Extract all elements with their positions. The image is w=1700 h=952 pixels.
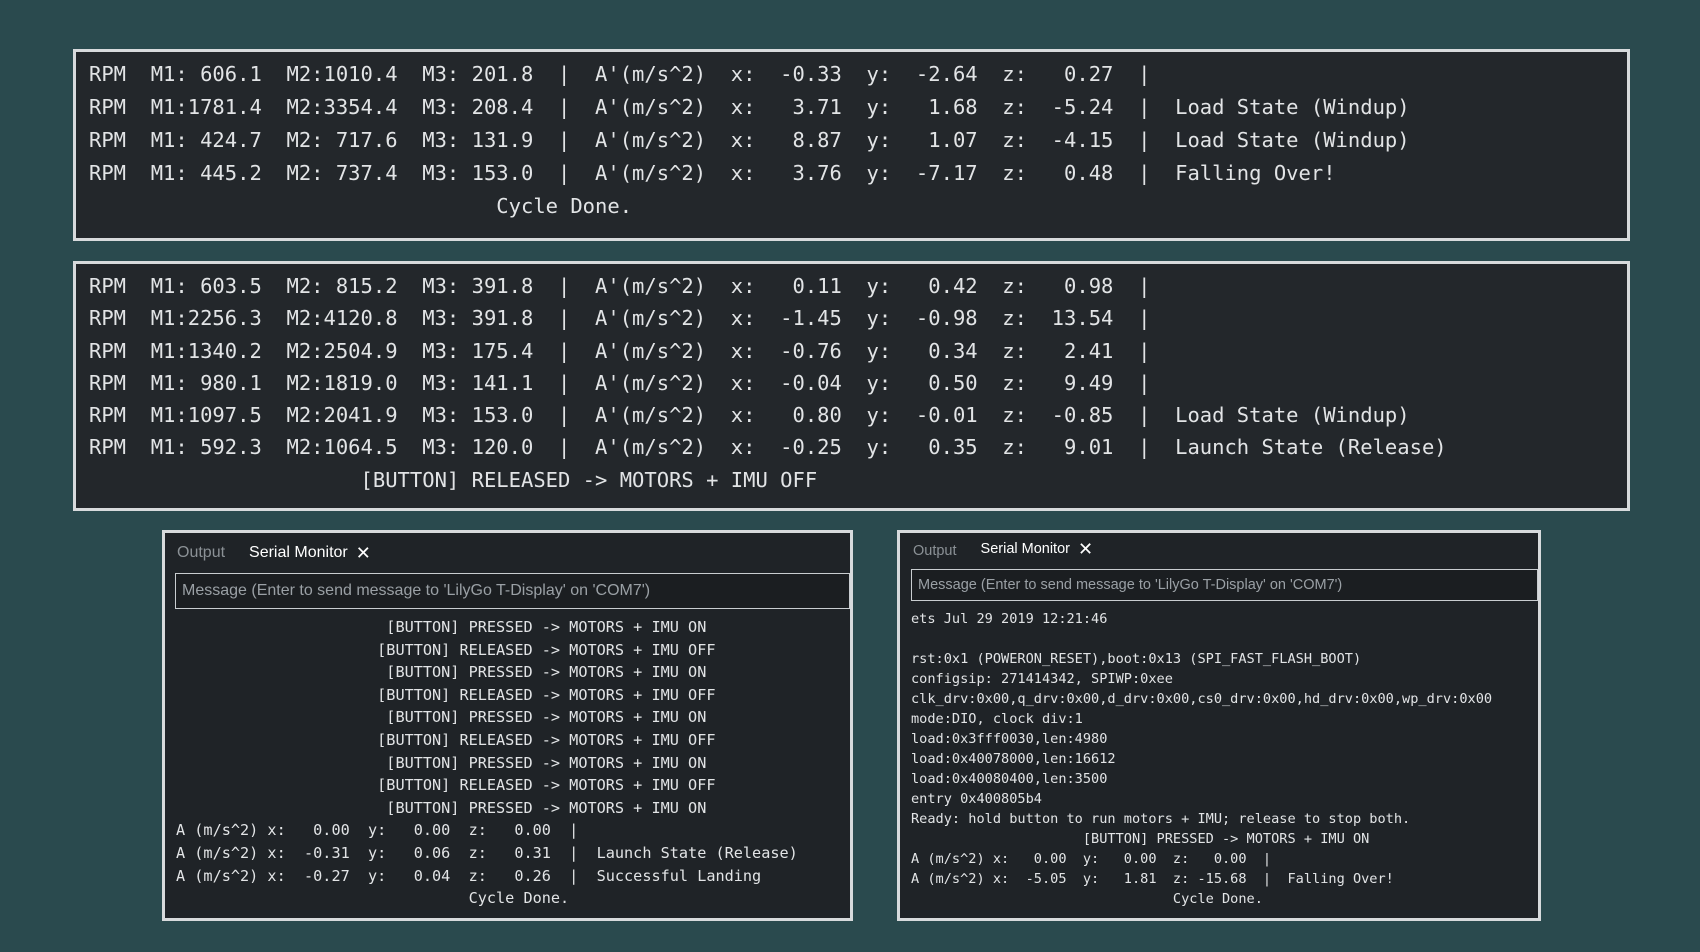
tab-serial-monitor[interactable]: Serial Monitor ✕: [249, 543, 371, 564]
log-line: [BUTTON] RELEASED -> MOTORS + IMU OFF: [176, 730, 716, 749]
top-terminal-screenshot: RPM M1: 606.1 M2:1010.4 M3: 201.8 | A'(m…: [73, 49, 1630, 241]
log-line: [BUTTON] PRESSED -> MOTORS + IMU ON: [176, 753, 707, 772]
log-line: [BUTTON] RELEASED -> MOTORS + IMU OFF: [176, 776, 716, 795]
log-line: [BUTTON] RELEASED -> MOTORS + IMU OFF: [176, 685, 716, 704]
tab-serial-monitor-label: Serial Monitor: [980, 541, 1070, 557]
panel-tab-bar: Output Serial Monitor ✕: [165, 533, 850, 573]
serial-message-input[interactable]: [911, 569, 1538, 601]
log-line: A (m/s^2) x: 0.00 y: 0.00 z: 0.00 |: [911, 851, 1272, 867]
terminal-line: RPM M1:2256.3 M2:4120.8 M3: 391.8 | A'(m…: [89, 306, 1151, 331]
log-line: [BUTTON] PRESSED -> MOTORS + IMU ON: [911, 831, 1370, 847]
log-line: rst:0x1 (POWERON_RESET),boot:0x13 (SPI_F…: [911, 651, 1362, 667]
serial-message-input[interactable]: [175, 573, 850, 609]
tab-serial-monitor[interactable]: Serial Monitor ✕: [980, 533, 1094, 566]
serial-monitor-panel-left: Output Serial Monitor ✕ [BUTTON] PRESSED…: [162, 530, 853, 921]
log-line: ets Jul 29 2019 12:21:46: [911, 611, 1108, 627]
log-line: clk_drv:0x00,q_drv:0x00,d_drv:0x00,cs0_d…: [911, 691, 1493, 707]
terminal-line: RPM M1: 606.1 M2:1010.4 M3: 201.8 | A'(m…: [89, 62, 1151, 86]
log-line: [BUTTON] PRESSED -> MOTORS + IMU ON: [176, 618, 707, 636]
terminal-line: [BUTTON] RELEASED -> MOTORS + IMU OFF: [89, 467, 818, 492]
serial-monitor-panel-right: Output Serial Monitor ✕ ets Jul 29 2019 …: [897, 530, 1541, 921]
log-line: load:0x3fff0030,len:4980: [911, 731, 1108, 747]
log-line: [BUTTON] RELEASED -> MOTORS + IMU OFF: [176, 640, 716, 659]
terminal-line: Cycle Done.: [89, 194, 633, 218]
tab-output[interactable]: Output: [913, 543, 957, 559]
serial-output-log: [BUTTON] PRESSED -> MOTORS + IMU ON [BUT…: [165, 616, 850, 910]
log-line: Cycle Done.: [176, 889, 570, 908]
log-line: load:0x40078000,len:16612: [911, 751, 1116, 767]
terminal-line: RPM M1:1340.2 M2:2504.9 M3: 175.4 | A'(m…: [89, 338, 1151, 363]
middle-terminal-screenshot: RPM M1: 603.5 M2: 815.2 M3: 391.8 | A'(m…: [73, 261, 1630, 511]
tab-output[interactable]: Output: [177, 544, 225, 562]
log-line: A (m/s^2) x: -0.27 y: 0.04 z: 0.26 | Suc…: [176, 866, 762, 885]
log-line: Cycle Done.: [911, 891, 1263, 907]
tab-serial-monitor-label: Serial Monitor: [249, 544, 348, 561]
log-line: A (m/s^2) x: 0.00 y: 0.00 z: 0.00 |: [176, 821, 579, 840]
terminal-line: RPM M1:1781.4 M2:3354.4 M3: 208.4 | A'(m…: [89, 95, 1410, 119]
log-line: entry 0x400805b4: [911, 791, 1042, 807]
terminal-line: RPM M1: 592.3 M2:1064.5 M3: 120.0 | A'(m…: [89, 435, 1447, 460]
log-line: A (m/s^2) x: -5.05 y: 1.81 z: -15.68 | F…: [911, 871, 1394, 887]
page-background: RPM M1: 606.1 M2:1010.4 M3: 201.8 | A'(m…: [0, 0, 1700, 952]
log-line: configsip: 271414342, SPIWP:0xee: [911, 671, 1173, 687]
close-icon[interactable]: ✕: [356, 543, 371, 564]
log-line: [BUTTON] PRESSED -> MOTORS + IMU ON: [176, 798, 707, 817]
log-line: mode:DIO, clock div:1: [911, 711, 1083, 727]
terminal-line: RPM M1: 424.7 M2: 717.6 M3: 131.9 | A'(m…: [89, 128, 1410, 152]
log-line: A (m/s^2) x: -0.31 y: 0.06 z: 0.31 | Lau…: [176, 843, 798, 862]
terminal-line: RPM M1: 445.2 M2: 737.4 M3: 153.0 | A'(m…: [89, 161, 1336, 185]
log-line: load:0x40080400,len:3500: [911, 771, 1108, 787]
panel-tab-bar: Output Serial Monitor ✕: [900, 533, 1538, 569]
close-icon[interactable]: ✕: [1078, 539, 1093, 560]
log-line: Ready: hold button to run motors + IMU; …: [911, 811, 1411, 827]
terminal-line: RPM M1:1097.5 M2:2041.9 M3: 153.0 | A'(m…: [89, 403, 1410, 428]
serial-output-log: ets Jul 29 2019 12:21:46 rst:0x1 (POWERO…: [900, 609, 1538, 909]
log-line: [BUTTON] PRESSED -> MOTORS + IMU ON: [176, 663, 707, 682]
terminal-line: RPM M1: 603.5 M2: 815.2 M3: 391.8 | A'(m…: [89, 274, 1151, 298]
log-line: [BUTTON] PRESSED -> MOTORS + IMU ON: [176, 708, 707, 727]
terminal-line: RPM M1: 980.1 M2:1819.0 M3: 141.1 | A'(m…: [89, 370, 1151, 395]
